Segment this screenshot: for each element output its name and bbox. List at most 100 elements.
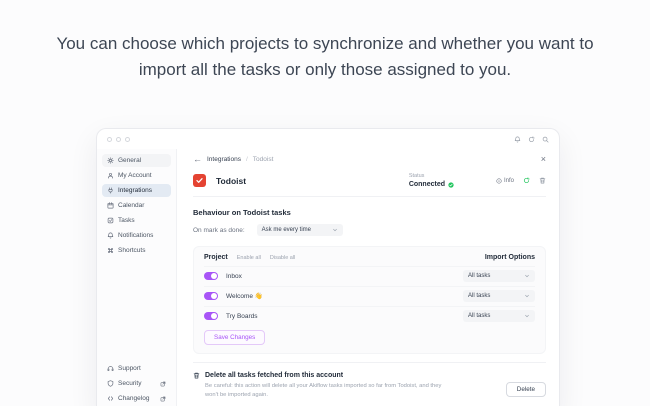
sidebar-item-my-account[interactable]: My Account — [102, 169, 171, 182]
integration-title: Todoist — [216, 175, 247, 186]
toggle-knob — [211, 293, 217, 299]
breadcrumb-current: Todoist — [252, 156, 274, 163]
sidebar-item-label: General — [118, 157, 142, 164]
sidebar-item-integrations[interactable]: Integrations — [102, 184, 171, 197]
project-row: Welcome 👋 All tasks — [204, 286, 535, 302]
import-option-select[interactable]: All tasks — [463, 270, 535, 282]
sync-icon[interactable] — [523, 177, 530, 184]
import-option-select[interactable]: All tasks — [463, 290, 535, 302]
select-value: All tasks — [468, 273, 491, 279]
refresh-icon[interactable] — [528, 135, 535, 143]
on-mark-as-done-select[interactable]: Ask me every time — [256, 224, 343, 236]
disable-all-link[interactable]: Disable all — [270, 255, 295, 261]
project-name: Try Boards — [226, 312, 258, 320]
import-options-column-header: Import Options — [484, 254, 535, 261]
chevron-down-icon — [524, 313, 530, 319]
select-value: All tasks — [468, 293, 491, 299]
import-option-select[interactable]: All tasks — [463, 310, 535, 322]
code-icon — [107, 395, 114, 402]
gear-icon — [107, 157, 114, 164]
project-column-header: Project — [204, 254, 228, 261]
projects-panel-header: Project Enable all Disable all Import Op… — [204, 254, 535, 261]
on-mark-as-done-label: On mark as done: — [193, 226, 245, 234]
save-changes-button[interactable]: Save Changes — [204, 330, 266, 345]
project-name: Welcome 👋 — [226, 293, 263, 300]
headset-icon — [107, 365, 114, 372]
sidebar-item-label: Tasks — [118, 217, 135, 224]
external-link-icon — [160, 381, 166, 387]
delete-all-description: Be careful: this action will delete all … — [205, 383, 442, 398]
enable-all-link[interactable]: Enable all — [237, 255, 261, 261]
select-value: All tasks — [468, 313, 491, 319]
sidebar-footer: Support Security Changelog — [102, 362, 171, 406]
sidebar-item-label: Integrations — [118, 187, 152, 194]
connected-check-icon — [448, 181, 454, 188]
sidebar-item-label: My Account — [118, 172, 152, 179]
user-icon — [107, 172, 114, 179]
window-control-dot[interactable] — [116, 136, 121, 142]
sidebar-item-notifications[interactable]: Notifications — [102, 229, 171, 242]
window-titlebar — [97, 129, 559, 149]
window-control-dot[interactable] — [107, 136, 112, 142]
bell-icon[interactable] — [514, 136, 521, 143]
todoist-logo-icon — [193, 174, 206, 187]
bell-icon — [107, 232, 114, 239]
sidebar-item-label: Shortcuts — [118, 247, 146, 254]
sidebar-item-label: Changelog — [118, 395, 150, 402]
settings-window: General My Account Integrations Calendar… — [96, 128, 560, 406]
sidebar-item-calendar[interactable]: Calendar — [102, 199, 171, 212]
window-controls[interactable] — [107, 136, 130, 142]
divider — [193, 362, 546, 363]
check-square-icon — [107, 217, 114, 224]
info-icon — [496, 177, 502, 184]
trash-icon — [193, 372, 200, 379]
sidebar-item-tasks[interactable]: Tasks — [102, 214, 171, 227]
projects-panel: Project Enable all Disable all Import Op… — [193, 246, 546, 354]
calendar-icon — [107, 202, 114, 209]
toggle-knob — [211, 313, 217, 319]
integration-detail-panel: ← Integrations / Todoist × Todoist Statu… — [177, 149, 559, 406]
info-label: Info — [503, 177, 514, 184]
behaviour-row: On mark as done: Ask me every time — [193, 224, 546, 236]
delete-button[interactable]: Delete — [505, 382, 546, 397]
back-icon[interactable]: ← — [193, 155, 202, 164]
project-toggle[interactable] — [204, 292, 218, 300]
divider — [193, 196, 546, 197]
sidebar-item-security[interactable]: Security — [102, 377, 171, 390]
project-row: Try Boards All tasks — [204, 306, 535, 322]
sidebar-item-general[interactable]: General — [102, 154, 171, 167]
close-icon[interactable]: × — [541, 155, 546, 164]
sidebar-item-changelog[interactable]: Changelog — [102, 392, 171, 405]
trash-icon[interactable] — [539, 177, 546, 184]
status-label: Status — [408, 173, 425, 179]
breadcrumb-separator: / — [245, 156, 248, 163]
sidebar-item-support[interactable]: Support — [102, 362, 171, 375]
window-control-dot[interactable] — [125, 136, 130, 142]
search-icon[interactable] — [542, 136, 549, 143]
sidebar-item-shortcuts[interactable]: Shortcuts — [102, 244, 171, 257]
delete-all-title: Delete all tasks fetched from this accou… — [205, 372, 344, 379]
toggle-knob — [211, 273, 217, 279]
shield-icon — [107, 380, 114, 387]
sidebar-item-label: Notifications — [118, 232, 154, 239]
project-row: Inbox All tasks — [204, 266, 535, 282]
plug-icon — [107, 187, 114, 194]
project-toggle[interactable] — [204, 272, 218, 280]
project-name: Inbox — [226, 272, 242, 280]
integration-header: Todoist Status Connected Info — [193, 173, 546, 188]
page-headline: You can choose which projects to synchro… — [56, 34, 594, 80]
chevron-down-icon — [524, 273, 530, 279]
breadcrumb-parent[interactable]: Integrations — [207, 156, 241, 163]
chevron-down-icon — [332, 227, 338, 233]
danger-zone: Delete all tasks fetched from this accou… — [193, 372, 546, 399]
info-button[interactable]: Info — [496, 178, 514, 184]
project-toggle[interactable] — [204, 312, 218, 320]
command-icon — [107, 247, 114, 254]
select-value: Ask me every time — [261, 227, 312, 233]
behaviour-section-title: Behaviour on Todoist tasks — [193, 208, 291, 217]
status-value: Connected — [408, 181, 445, 188]
sidebar-item-label: Calendar — [118, 202, 145, 209]
breadcrumb: ← Integrations / Todoist × — [193, 155, 546, 164]
sidebar-item-label: Support — [118, 365, 141, 372]
status-block: Status Connected — [409, 173, 454, 188]
